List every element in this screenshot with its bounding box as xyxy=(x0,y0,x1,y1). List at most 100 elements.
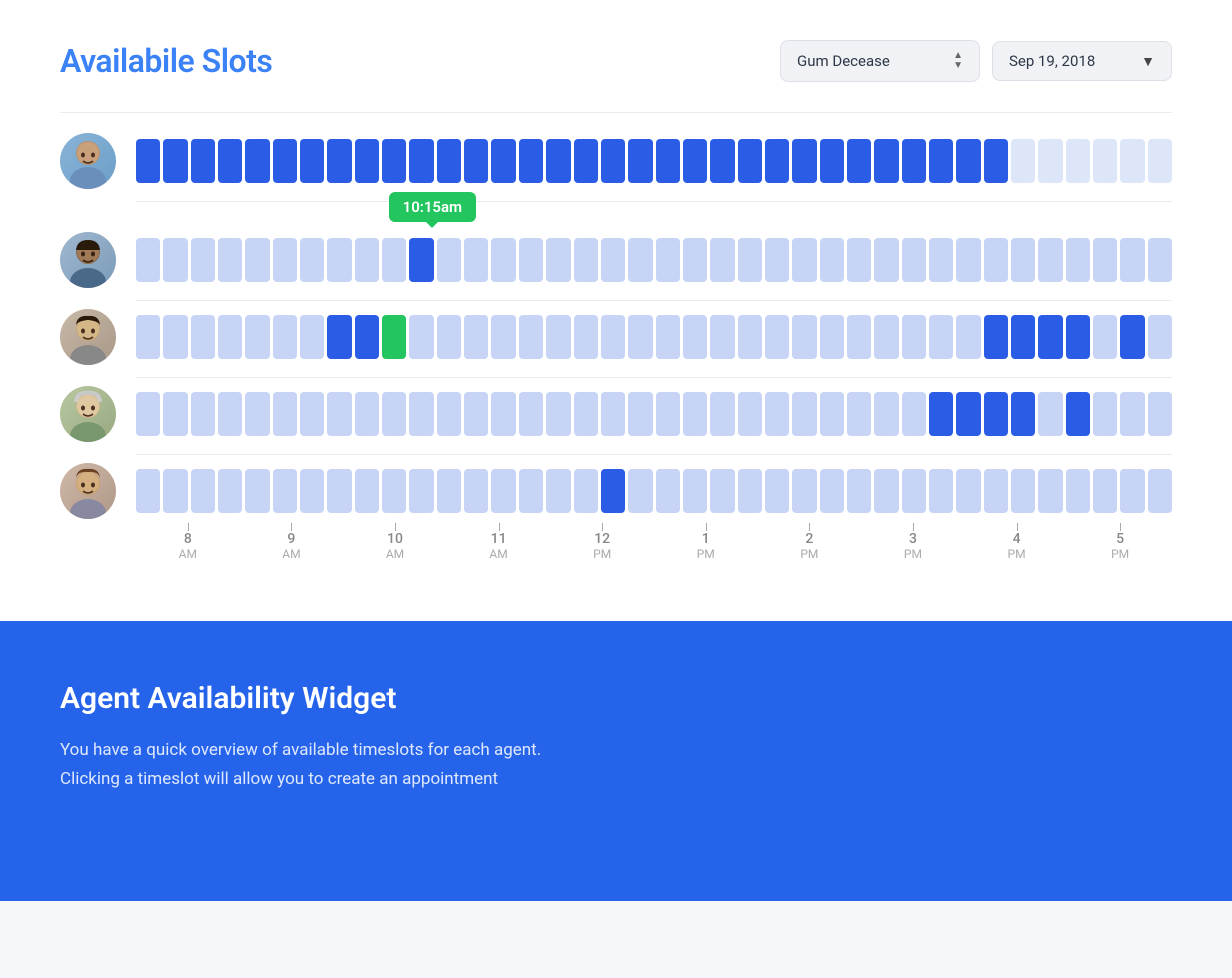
date-dropdown[interactable]: Sep 19, 2018 ▼ xyxy=(992,41,1172,81)
time-slot[interactable] xyxy=(1038,139,1062,183)
time-slot[interactable] xyxy=(1120,139,1144,183)
time-slot[interactable] xyxy=(628,392,652,436)
time-slot[interactable] xyxy=(820,392,844,436)
time-slot[interactable] xyxy=(1148,392,1172,436)
time-slot[interactable] xyxy=(1093,238,1117,282)
time-slot[interactable] xyxy=(902,469,926,513)
time-slot[interactable] xyxy=(218,315,242,359)
time-slot[interactable] xyxy=(874,238,898,282)
time-slot[interactable] xyxy=(273,238,297,282)
time-slot[interactable] xyxy=(574,238,598,282)
time-slot[interactable] xyxy=(1066,238,1090,282)
time-slot[interactable] xyxy=(1093,469,1117,513)
time-slot[interactable] xyxy=(519,238,543,282)
time-slot[interactable] xyxy=(820,315,844,359)
time-slot[interactable] xyxy=(656,469,680,513)
time-slot[interactable] xyxy=(710,469,734,513)
time-slot[interactable] xyxy=(820,469,844,513)
time-slot[interactable] xyxy=(738,392,762,436)
time-slot[interactable] xyxy=(1066,315,1090,359)
time-slot[interactable] xyxy=(765,238,789,282)
time-slot[interactable] xyxy=(1011,238,1035,282)
time-slot[interactable] xyxy=(902,139,926,183)
time-slot[interactable] xyxy=(710,392,734,436)
time-slot[interactable] xyxy=(656,139,680,183)
time-slot[interactable] xyxy=(984,238,1008,282)
time-slot[interactable] xyxy=(984,315,1008,359)
time-slot[interactable] xyxy=(218,238,242,282)
time-slot[interactable] xyxy=(218,469,242,513)
time-slot[interactable] xyxy=(765,139,789,183)
time-slot[interactable] xyxy=(191,238,215,282)
time-slot[interactable] xyxy=(765,392,789,436)
time-slot[interactable] xyxy=(984,469,1008,513)
time-slot[interactable] xyxy=(601,139,625,183)
time-slot[interactable] xyxy=(519,392,543,436)
time-slot[interactable] xyxy=(792,238,816,282)
time-slot[interactable] xyxy=(273,139,297,183)
time-slot[interactable] xyxy=(437,392,461,436)
time-slot[interactable] xyxy=(1120,238,1144,282)
time-slot[interactable] xyxy=(956,139,980,183)
time-slot[interactable] xyxy=(574,139,598,183)
time-slot[interactable] xyxy=(847,139,871,183)
time-slot[interactable] xyxy=(491,315,515,359)
time-slot[interactable] xyxy=(355,139,379,183)
time-slot[interactable] xyxy=(683,139,707,183)
time-slot[interactable] xyxy=(1066,139,1090,183)
time-slot[interactable] xyxy=(710,238,734,282)
time-slot[interactable] xyxy=(792,139,816,183)
time-slot[interactable] xyxy=(929,238,953,282)
time-slot[interactable] xyxy=(355,315,379,359)
time-slot[interactable] xyxy=(820,139,844,183)
time-slot[interactable] xyxy=(1148,139,1172,183)
time-slot[interactable] xyxy=(738,315,762,359)
time-slot[interactable] xyxy=(1011,469,1035,513)
time-slot[interactable] xyxy=(628,469,652,513)
time-slot[interactable] xyxy=(191,315,215,359)
time-slot[interactable] xyxy=(601,238,625,282)
time-slot[interactable] xyxy=(683,315,707,359)
time-slot[interactable] xyxy=(765,469,789,513)
time-slot[interactable] xyxy=(929,315,953,359)
time-slot[interactable] xyxy=(491,392,515,436)
time-slot[interactable] xyxy=(327,139,351,183)
time-slot[interactable] xyxy=(245,392,269,436)
time-slot[interactable] xyxy=(956,392,980,436)
time-slot[interactable] xyxy=(574,469,598,513)
time-slot[interactable] xyxy=(765,315,789,359)
time-slot[interactable] xyxy=(574,392,598,436)
time-slot[interactable] xyxy=(1120,315,1144,359)
time-slot[interactable] xyxy=(519,139,543,183)
time-slot[interactable] xyxy=(683,238,707,282)
time-slot[interactable] xyxy=(792,392,816,436)
time-slot[interactable] xyxy=(1038,392,1062,436)
time-slot[interactable] xyxy=(847,469,871,513)
time-slot[interactable] xyxy=(163,139,187,183)
time-slot[interactable] xyxy=(464,315,488,359)
time-slot[interactable] xyxy=(683,392,707,436)
time-slot[interactable] xyxy=(437,315,461,359)
time-slot[interactable] xyxy=(382,392,406,436)
time-slot[interactable] xyxy=(601,469,625,513)
time-slot[interactable] xyxy=(300,469,324,513)
time-slot[interactable] xyxy=(956,238,980,282)
time-slot[interactable] xyxy=(601,392,625,436)
time-slot[interactable] xyxy=(738,238,762,282)
time-slot[interactable] xyxy=(409,392,433,436)
time-slot[interactable] xyxy=(574,315,598,359)
time-slot[interactable] xyxy=(656,238,680,282)
time-slot[interactable] xyxy=(273,315,297,359)
time-slot[interactable] xyxy=(218,392,242,436)
time-slot[interactable] xyxy=(409,469,433,513)
time-slot[interactable] xyxy=(355,469,379,513)
time-slot[interactable] xyxy=(738,469,762,513)
time-slot[interactable] xyxy=(1120,392,1144,436)
time-slot[interactable] xyxy=(683,469,707,513)
time-slot[interactable] xyxy=(409,238,433,282)
time-slot[interactable] xyxy=(491,139,515,183)
time-slot[interactable] xyxy=(929,392,953,436)
time-slot[interactable] xyxy=(874,469,898,513)
time-slot[interactable] xyxy=(792,469,816,513)
time-slot[interactable] xyxy=(902,392,926,436)
